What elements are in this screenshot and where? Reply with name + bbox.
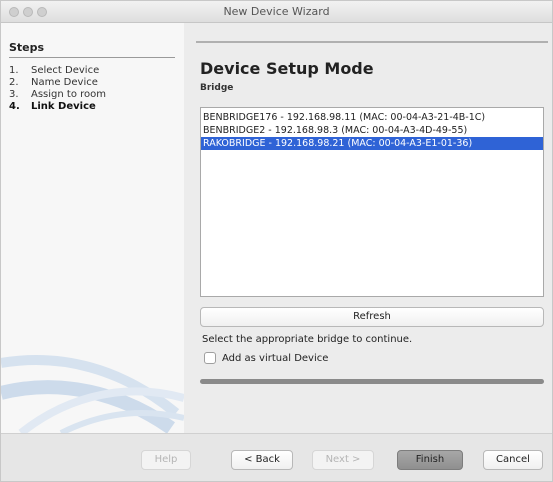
button-bar: Help < Back Next > Finish Cancel bbox=[1, 433, 552, 481]
back-button[interactable]: < Back bbox=[231, 450, 293, 470]
steps-list: 1. Select Device 2. Name Device 3. Assign t… bbox=[9, 65, 106, 113]
refresh-button[interactable]: Refresh bbox=[200, 307, 544, 327]
progress-bar bbox=[200, 379, 544, 384]
header-divider bbox=[196, 41, 548, 43]
step-item-select-device: 1. Select Device bbox=[9, 65, 100, 76]
bridge-list-item[interactable]: BENBRIDGE176 - 192.168.98.11 (MAC: 00-04… bbox=[201, 111, 543, 124]
step-item-link-device: 4. Link Device bbox=[9, 101, 96, 112]
step-item-assign-room: 3. Assign to room bbox=[9, 89, 106, 100]
section-label: Bridge bbox=[200, 83, 234, 93]
finish-button[interactable]: Finish bbox=[397, 450, 463, 470]
steps-panel: Steps 1. Select Device 2. Name Device 3. As… bbox=[1, 23, 184, 433]
steps-divider bbox=[9, 57, 175, 58]
step-item-name-device: 2. Name Device bbox=[9, 77, 98, 88]
cancel-button[interactable]: Cancel bbox=[483, 450, 543, 470]
steps-title: Steps bbox=[9, 41, 45, 54]
wizard-swoosh-graphic bbox=[1, 355, 184, 433]
progress-fill bbox=[200, 379, 544, 384]
wizard-window: New Device Wizard Steps 1. Select Device … bbox=[0, 0, 553, 482]
virtual-device-option[interactable]: Add as virtual Device bbox=[204, 352, 328, 364]
bridge-list-item-selected[interactable]: RAKOBRIDGE - 192.168.98.21 (MAC: 00-04-A… bbox=[201, 137, 543, 150]
title-bar: New Device Wizard bbox=[1, 1, 552, 23]
virtual-device-label[interactable]: Add as virtual Device bbox=[222, 353, 328, 364]
window-title: New Device Wizard bbox=[223, 5, 330, 18]
page-title: Device Setup Mode bbox=[200, 59, 374, 78]
content-area: Device Setup Mode Bridge BENBRIDGE176 - … bbox=[184, 23, 552, 433]
bridge-list[interactable]: BENBRIDGE176 - 192.168.98.11 (MAC: 00-04… bbox=[200, 107, 544, 297]
virtual-device-checkbox[interactable] bbox=[204, 352, 216, 364]
bridge-list-item[interactable]: BENBRIDGE2 - 192.168.98.3 (MAC: 00-04-A3… bbox=[201, 124, 543, 137]
next-button[interactable]: Next > bbox=[312, 450, 374, 470]
bridge-hint-text: Select the appropriate bridge to continu… bbox=[202, 334, 413, 345]
help-button[interactable]: Help bbox=[141, 450, 191, 470]
